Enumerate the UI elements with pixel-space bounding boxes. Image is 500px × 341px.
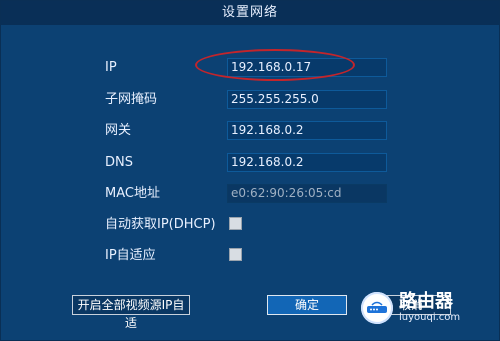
network-settings-dialog: 设置网络 IP 192.168.0.17 子网掩码 255.255.255.0 … bbox=[0, 0, 500, 341]
video-source-ip-adapt-button[interactable]: 开启全部视频源IP自适 bbox=[72, 295, 190, 330]
subnet-field[interactable]: 255.255.255.0 bbox=[227, 90, 387, 109]
ok-button[interactable]: 确定 bbox=[267, 295, 347, 315]
ip-auto-checkbox[interactable] bbox=[229, 248, 242, 261]
subnet-row: 子网掩码 255.255.255.0 bbox=[1, 88, 499, 112]
dns-field[interactable]: 192.168.0.2 bbox=[227, 153, 387, 172]
mac-row: MAC地址 e0:62:90:26:05:cd bbox=[1, 182, 499, 206]
gateway-field[interactable]: 192.168.0.2 bbox=[227, 121, 387, 140]
ip-label: IP bbox=[105, 60, 117, 75]
subnet-label: 子网掩码 bbox=[105, 92, 158, 107]
mac-label: MAC地址 bbox=[105, 186, 160, 201]
dns-label: DNS bbox=[105, 155, 133, 170]
watermark: 路由器 luyouqi.com bbox=[361, 284, 491, 332]
router-icon bbox=[361, 292, 393, 324]
watermark-title: 路由器 bbox=[399, 291, 453, 312]
ip-auto-row: IP自适应 bbox=[1, 244, 499, 268]
dialog-title: 设置网络 bbox=[1, 1, 499, 25]
watermark-subtitle: luyouqi.com bbox=[399, 312, 461, 323]
dhcp-row: 自动获取IP(DHCP) bbox=[1, 213, 499, 237]
ip-field[interactable]: 192.168.0.17 bbox=[227, 58, 387, 77]
dns-row: DNS 192.168.0.2 bbox=[1, 151, 499, 175]
gateway-row: 网关 192.168.0.2 bbox=[1, 119, 499, 143]
mac-field: e0:62:90:26:05:cd bbox=[227, 184, 387, 203]
dhcp-checkbox[interactable] bbox=[229, 217, 242, 230]
ip-auto-label: IP自适应 bbox=[105, 248, 156, 263]
gateway-label: 网关 bbox=[105, 123, 132, 138]
dhcp-label: 自动获取IP(DHCP) bbox=[105, 217, 216, 232]
router-glyph-icon bbox=[367, 301, 387, 313]
ip-row: IP 192.168.0.17 bbox=[1, 56, 499, 80]
